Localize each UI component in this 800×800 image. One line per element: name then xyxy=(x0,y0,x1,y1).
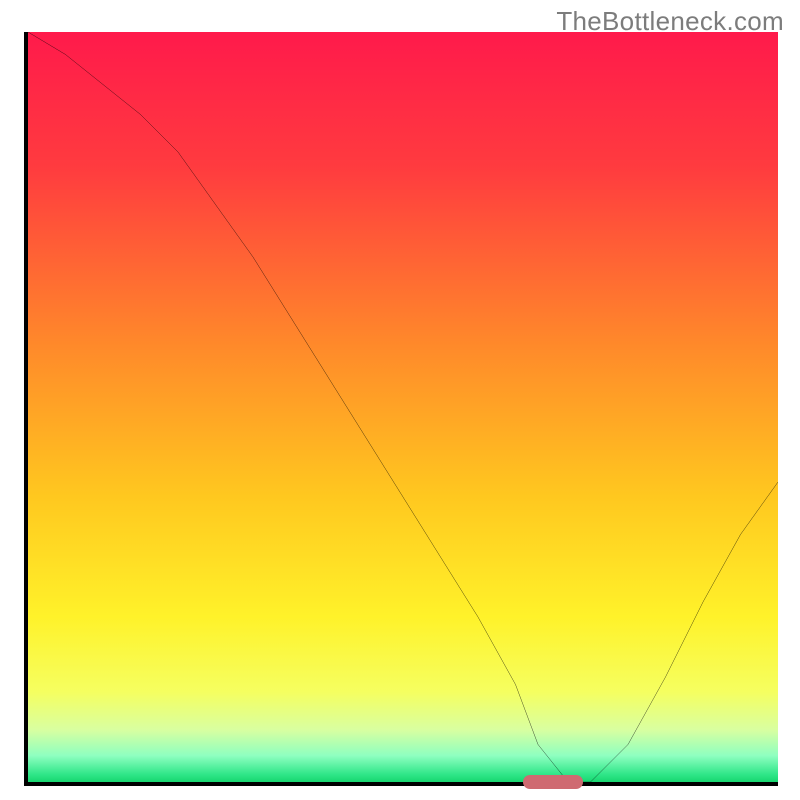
chart-stage: TheBottleneck.com xyxy=(0,0,800,800)
optimal-marker xyxy=(523,775,583,789)
bottleneck-curve xyxy=(28,32,778,782)
plot-area xyxy=(24,32,778,786)
